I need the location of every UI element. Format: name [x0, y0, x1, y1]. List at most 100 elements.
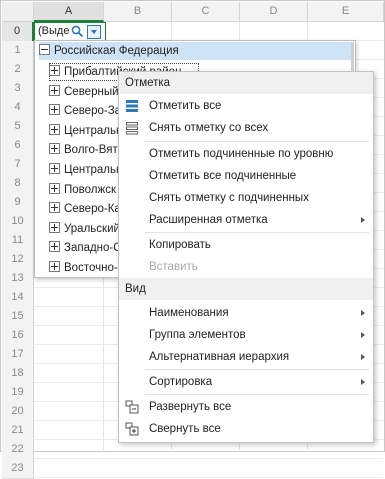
row-header[interactable]: 2: [2, 60, 34, 80]
tree-node-label: Северо-Ка: [64, 203, 121, 216]
expand-toggle-icon[interactable]: [49, 123, 60, 135]
menu-item-element-group[interactable]: Группа элементов: [119, 324, 373, 346]
row-header[interactable]: 10: [2, 212, 34, 232]
row-header[interactable]: 16: [2, 326, 34, 346]
chevron-down-icon[interactable]: [87, 25, 101, 39]
tree-node[interactable]: Волго-Вят: [49, 141, 118, 159]
menu-item-extended-mark[interactable]: Расширенная отметка: [119, 209, 373, 231]
row-header[interactable]: 22: [2, 440, 34, 460]
menu-item-unmark-all[interactable]: Снять отметку со всех: [119, 117, 373, 139]
submenu-arrow-icon: [361, 217, 365, 223]
tree-node-label: Восточно-: [64, 262, 118, 274]
tree-node-label: Волго-Вят: [64, 144, 118, 157]
tree-node-label: Западно-С: [64, 242, 122, 255]
tree-node[interactable]: Северный: [49, 83, 119, 101]
row-header[interactable]: 21: [2, 421, 34, 441]
tree-root-label: Российская Федерация: [54, 45, 179, 57]
mark-all-icon: [126, 100, 138, 112]
column-header-e[interactable]: E: [308, 2, 384, 22]
column-header-a[interactable]: A: [34, 2, 104, 22]
row-header[interactable]: 14: [2, 288, 34, 308]
row-header[interactable]: 5: [2, 117, 34, 137]
expand-toggle-icon[interactable]: [49, 261, 60, 272]
menu-item-label: Расширенная отметка: [149, 214, 268, 226]
menu-separator: [145, 232, 369, 233]
expand-toggle-icon[interactable]: [49, 221, 60, 233]
sheet-corner[interactable]: [2, 2, 34, 22]
search-icon[interactable]: [71, 25, 84, 38]
menu-section-mark: Отметка: [119, 72, 373, 94]
row-header[interactable]: 19: [2, 383, 34, 403]
menu-item-label: Отметить все: [149, 100, 222, 112]
row-header[interactable]: 13: [2, 269, 34, 289]
column-header-b[interactable]: B: [104, 2, 172, 22]
tree-node[interactable]: Северо-За: [49, 102, 121, 120]
menu-item-mark-all-children[interactable]: Отметить все подчиненные: [119, 165, 373, 187]
column-header-c[interactable]: C: [172, 2, 240, 22]
grid-line: [34, 477, 383, 478]
collapse-tree-icon: [125, 422, 139, 436]
row-header[interactable]: 23: [2, 459, 34, 479]
expand-toggle-icon[interactable]: [49, 241, 60, 253]
row-header[interactable]: 7: [2, 155, 34, 175]
menu-item-unmark-children[interactable]: Снять отметку с подчиненных: [119, 187, 373, 209]
menu-separator: [145, 141, 369, 142]
row-header[interactable]: 8: [2, 174, 34, 194]
tree-node[interactable]: Северо-Ка: [49, 200, 121, 218]
expand-toggle-icon[interactable]: [49, 65, 60, 76]
row-header[interactable]: 12: [2, 250, 34, 270]
expand-toggle-icon[interactable]: [49, 104, 60, 116]
expand-toggle-icon[interactable]: [49, 202, 60, 214]
tree-node[interactable]: Уральский: [49, 220, 120, 238]
expand-toggle-icon[interactable]: [49, 182, 60, 194]
menu-item-label: Группа элементов: [149, 329, 246, 341]
menu-item-label: Альтернативная иерархия: [149, 351, 290, 363]
row-header[interactable]: 6: [2, 136, 34, 156]
tree-node[interactable]: Западно-С: [49, 239, 122, 257]
column-header-d[interactable]: D: [240, 2, 308, 22]
menu-item-expand-all[interactable]: Развернуть все: [119, 396, 373, 418]
context-menu: Отметка Отметить все Снять отметку со вс…: [118, 71, 374, 443]
expand-toggle-icon[interactable]: [49, 143, 60, 155]
menu-separator: [145, 394, 369, 395]
tree-node[interactable]: Поволжск: [49, 181, 116, 199]
tree-node-label: Северный: [64, 85, 119, 98]
row-header[interactable]: 15: [2, 307, 34, 327]
cell-a0-combo[interactable]: (Выде: [34, 22, 106, 42]
menu-item-sorting[interactable]: Сортировка: [119, 371, 373, 393]
menu-item-label: Развернуть все: [149, 401, 232, 413]
submenu-arrow-icon: [361, 379, 365, 385]
row-header[interactable]: 4: [2, 98, 34, 118]
submenu-arrow-icon: [361, 332, 365, 338]
tree-root[interactable]: Российская Федерация: [39, 42, 351, 60]
menu-item-label: Наименования: [149, 307, 229, 319]
tree-node-label: Центральн: [64, 164, 123, 176]
expand-toggle-icon[interactable]: [49, 84, 60, 96]
menu-item-mark-children-level[interactable]: Отметить подчиненные по уровню: [119, 143, 373, 165]
submenu-arrow-icon: [361, 310, 365, 316]
tree-node[interactable]: Восточно-: [49, 259, 118, 277]
tree-node-label: Поволжск: [64, 183, 116, 196]
menu-item-mark-all[interactable]: Отметить все: [119, 95, 373, 117]
tree-node-label: Северо-За: [64, 105, 122, 118]
tree-node[interactable]: Центральн: [49, 122, 122, 140]
menu-item-copy[interactable]: Копировать: [119, 234, 373, 256]
collapse-toggle-icon[interactable]: [39, 44, 50, 55]
row-header[interactable]: 18: [2, 364, 34, 384]
menu-item-alt-hierarchy[interactable]: Альтернативная иерархия: [119, 346, 373, 368]
row-header[interactable]: 3: [2, 79, 34, 99]
row-header[interactable]: 1: [2, 41, 34, 61]
submenu-arrow-icon: [361, 354, 365, 360]
row-header[interactable]: 20: [2, 402, 34, 422]
row-header[interactable]: 11: [2, 231, 34, 251]
menu-item-collapse-all[interactable]: Свернуть все: [119, 418, 373, 440]
row-header[interactable]: 17: [2, 345, 34, 365]
row-header[interactable]: 9: [2, 193, 34, 213]
expand-tree-icon: [125, 400, 139, 414]
menu-item-label: Сортировка: [149, 376, 213, 388]
grid-line: [34, 458, 383, 459]
expand-toggle-icon[interactable]: [49, 163, 60, 174]
tree-node[interactable]: Центральн: [49, 161, 122, 179]
menu-item-names[interactable]: Наименования: [119, 302, 373, 324]
row-header[interactable]: 0: [2, 22, 34, 42]
